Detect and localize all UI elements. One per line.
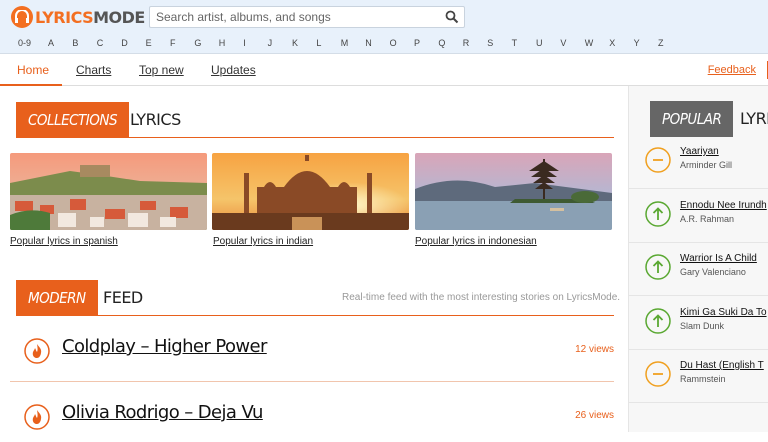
popular-item[interactable]: Yaariyan Arminder Gill	[629, 136, 768, 189]
feed-label: FEED	[103, 288, 143, 307]
alphabet-nav: 0-9 A B C D E F G H I J K L M N O P Q R S T U V W X Y Z	[0, 34, 768, 54]
feedback-link[interactable]: Feedback	[708, 64, 756, 76]
popular-tag: POPULAR	[650, 101, 734, 137]
feed-divider	[10, 381, 614, 382]
popular-song-title[interactable]: Yaariyan	[680, 146, 719, 157]
section-divider	[16, 315, 614, 316]
fire-icon	[24, 404, 50, 430]
collection-image-spanish[interactable]	[10, 153, 207, 230]
popular-label: LYRI	[740, 109, 768, 128]
alphabet-link-l[interactable]: L	[316, 38, 321, 48]
alphabet-link-k[interactable]: K	[292, 38, 298, 48]
trend-same-icon	[645, 361, 671, 387]
popular-header: POPULAR LYRI	[650, 101, 768, 137]
logo-text: LYRICSMODE	[35, 7, 145, 27]
main-nav: Home Charts Top new Updates Feedback	[0, 55, 768, 86]
trend-up-icon	[645, 307, 671, 334]
alphabet-link-y[interactable]: Y	[634, 38, 640, 48]
alphabet-link-g[interactable]: G	[194, 38, 201, 48]
popular-artist: A.R. Rahman	[680, 213, 735, 224]
collections-tag: COLLECTIONS	[16, 102, 130, 138]
popular-sidebar: POPULAR LYRI Yaariyan Arminder Gill Ennodu…	[628, 86, 768, 432]
feed-item-views: 26 views	[575, 410, 614, 421]
popular-item[interactable]: Kimi Ga Suki Da To Slam Dunk	[629, 297, 768, 350]
alphabet-link-t[interactable]: T	[512, 38, 518, 48]
alphabet-link-i[interactable]: I	[243, 38, 246, 48]
popular-song-title[interactable]: Kimi Ga Suki Da To	[680, 307, 767, 318]
alphabet-link-h[interactable]: H	[219, 38, 226, 48]
search-input[interactable]	[150, 7, 440, 27]
popular-artist: Arminder Gill	[680, 160, 733, 170]
nav-top-new[interactable]: Top new	[139, 63, 184, 77]
feed-tag: MODERN	[16, 280, 98, 316]
alphabet-link-p[interactable]: P	[414, 38, 420, 48]
collection-link-indian[interactable]: Popular lyrics in indian	[213, 236, 313, 247]
nav-charts[interactable]: Charts	[76, 63, 111, 77]
nav-updates[interactable]: Updates	[211, 63, 256, 77]
alphabet-link-b[interactable]: B	[72, 38, 78, 48]
trend-up-icon	[645, 200, 671, 227]
alphabet-link-s[interactable]: S	[487, 38, 493, 48]
top-header: LYRICSMODE	[0, 0, 768, 34]
alphabet-link-z[interactable]: Z	[658, 38, 664, 48]
search-icon[interactable]	[445, 10, 459, 24]
feed-item-title[interactable]: Olivia Rodrigo – Deja Vu	[62, 402, 263, 423]
popular-item[interactable]: Warrior Is A Child Gary Valenciano	[629, 243, 768, 296]
popular-item[interactable]: Ennodu Nee Irundh A.R. Rahman	[629, 190, 768, 243]
popular-song-title[interactable]: Du Hast (English T	[680, 360, 764, 371]
popular-artist: Rammstein	[680, 374, 726, 384]
collections-label: LYRICS	[130, 110, 181, 129]
alphabet-link-x[interactable]: X	[609, 38, 615, 48]
collection-image-indonesian[interactable]	[415, 153, 612, 230]
popular-item[interactable]: Du Hast (English T Rammstein	[629, 350, 768, 403]
alphabet-link-v[interactable]: V	[560, 38, 566, 48]
alphabet-link-r[interactable]: R	[463, 38, 470, 48]
alphabet-link-c[interactable]: C	[97, 38, 104, 48]
trend-same-icon	[645, 147, 671, 173]
alphabet-link-m[interactable]: M	[341, 38, 349, 48]
nav-home[interactable]: Home	[17, 63, 49, 77]
popular-song-title[interactable]: Warrior Is A Child	[680, 253, 757, 264]
alphabet-link-f[interactable]: F	[170, 38, 176, 48]
feed-item-views: 12 views	[575, 344, 614, 355]
collection-link-indonesian[interactable]: Popular lyrics in indonesian	[415, 236, 537, 247]
feed-item[interactable]: Coldplay – Higher Power 12 views	[10, 326, 614, 376]
alphabet-link-q[interactable]: Q	[438, 38, 445, 48]
alphabet-link-w[interactable]: W	[585, 38, 594, 48]
popular-artist: Slam Dunk	[680, 320, 725, 331]
feed-item[interactable]: Olivia Rodrigo – Deja Vu 26 views	[10, 392, 614, 442]
search-box	[149, 6, 465, 28]
fire-icon	[24, 338, 50, 364]
alphabet-link-u[interactable]: U	[536, 38, 543, 48]
alphabet-link-n[interactable]: N	[365, 38, 372, 48]
popular-artist: Gary Valenciano	[680, 267, 746, 277]
alphabet-link-0-9[interactable]: 0-9	[18, 38, 31, 48]
section-divider	[16, 137, 614, 138]
feed-subtitle: Real-time feed with the most interesting…	[342, 292, 621, 303]
trend-up-icon	[645, 254, 671, 280]
collection-image-indian[interactable]	[212, 153, 409, 230]
popular-song-title[interactable]: Ennodu Nee Irundh	[680, 200, 767, 211]
logo-icon	[11, 6, 33, 28]
alphabet-link-j[interactable]: J	[268, 38, 273, 48]
alphabet-link-d[interactable]: D	[121, 38, 128, 48]
alphabet-link-e[interactable]: E	[146, 38, 152, 48]
collection-link-spanish[interactable]: Popular lyrics in spanish	[10, 236, 118, 247]
collections-header: COLLECTIONS LYRICS	[16, 102, 614, 138]
alphabet-link-o[interactable]: O	[390, 38, 397, 48]
site-logo[interactable]: LYRICSMODE	[11, 5, 145, 29]
alphabet-link-a[interactable]: A	[48, 38, 54, 48]
feed-item-title[interactable]: Coldplay – Higher Power	[62, 336, 267, 357]
